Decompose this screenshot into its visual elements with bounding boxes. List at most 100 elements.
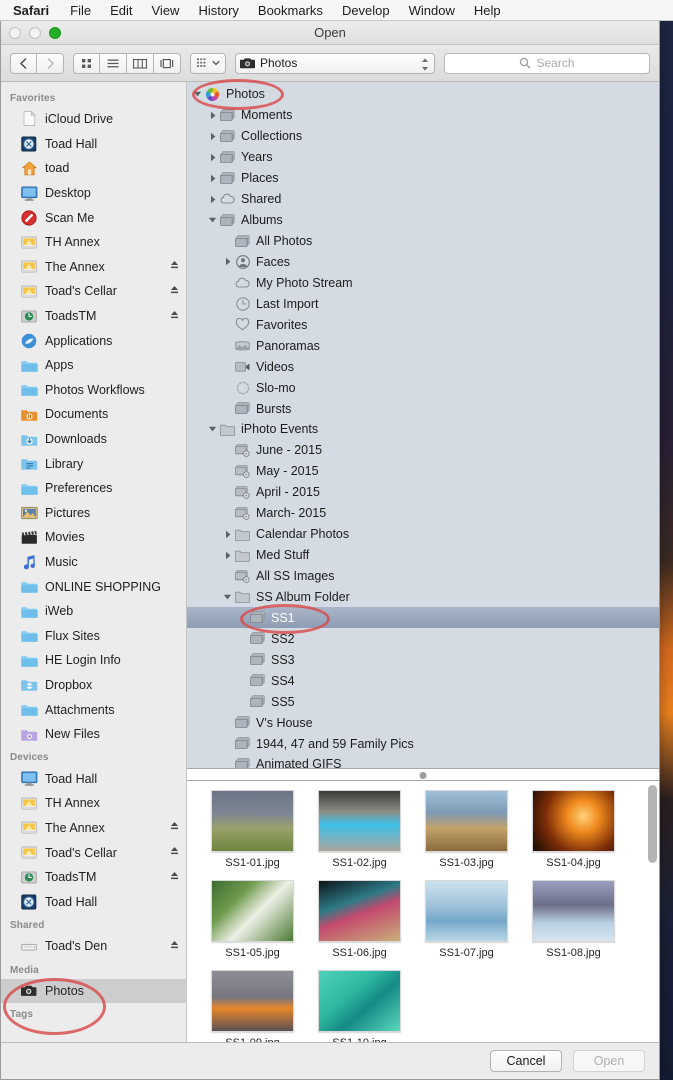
tree-item-ss-album-folder[interactable]: SS Album Folder (187, 587, 659, 608)
sidebar-item-iweb[interactable]: iWeb (1, 599, 186, 624)
disclosure-triangle-closed[interactable] (206, 195, 219, 204)
tree-item-1944-47-and-59-family-pics[interactable]: 1944, 47 and 59 Family Pics (187, 733, 659, 754)
menu-item-bookmarks[interactable]: Bookmarks (258, 0, 323, 21)
tree-item-iphoto-events[interactable]: iPhoto Events (187, 419, 659, 440)
menu-item-history[interactable]: History (198, 0, 238, 21)
tree-item-collections[interactable]: Collections (187, 126, 659, 147)
thumbnail-image[interactable] (211, 790, 294, 852)
sidebar-item-preferences[interactable]: Preferences (1, 476, 186, 501)
tree-item-videos[interactable]: Videos (187, 356, 659, 377)
zoom-button[interactable] (49, 27, 61, 39)
tree-item-places[interactable]: Places (187, 168, 659, 189)
back-button[interactable] (10, 52, 37, 74)
forward-button[interactable] (37, 52, 64, 74)
tree-item-ss4[interactable]: SS4 (187, 670, 659, 691)
disclosure-triangle-closed[interactable] (206, 153, 219, 162)
tree-item-med-stuff[interactable]: Med Stuff (187, 545, 659, 566)
eject-icon[interactable] (170, 285, 179, 298)
tree-item-faces[interactable]: Faces (187, 252, 659, 273)
sidebar-item-applications[interactable]: Applications (1, 328, 186, 353)
thumbnail-image[interactable] (318, 970, 401, 1032)
thumbnail-item[interactable]: SS1-08.jpg (520, 880, 627, 970)
sidebar-item-apps[interactable]: Apps (1, 353, 186, 378)
tree-item-my-photo-stream[interactable]: My Photo Stream (187, 272, 659, 293)
sidebar-item-icloud-drive[interactable]: iCloud Drive (1, 107, 186, 132)
sidebar-item-the-annex[interactable]: The Annex (1, 816, 186, 841)
disclosure-triangle-closed[interactable] (221, 257, 234, 266)
tree-item-all-photos[interactable]: All Photos (187, 231, 659, 252)
tree-item-june-2015[interactable]: June - 2015 (187, 440, 659, 461)
tree-item-animated-gifs[interactable]: Animated GIFS (187, 754, 659, 768)
sidebar-item-dropbox[interactable]: Dropbox (1, 673, 186, 698)
tree-item-ss1[interactable]: SS1 (187, 607, 659, 629)
open-button[interactable]: Open (573, 1050, 645, 1072)
sidebar-item-he-login-info[interactable]: HE Login Info (1, 648, 186, 673)
thumbnail-image[interactable] (318, 880, 401, 942)
thumbnail-image[interactable] (425, 790, 508, 852)
sidebar-item-attachments[interactable]: Attachments (1, 697, 186, 722)
sidebar-item-movies[interactable]: Movies (1, 525, 186, 550)
disclosure-triangle-closed[interactable] (221, 530, 234, 539)
tree-item-april-2015[interactable]: April - 2015 (187, 482, 659, 503)
disclosure-triangle-open[interactable] (191, 90, 204, 98)
menu-item-edit[interactable]: Edit (110, 0, 132, 21)
eject-icon[interactable] (170, 310, 179, 323)
thumbnail-scrollbar[interactable] (648, 785, 657, 1038)
list-view-button[interactable] (100, 52, 127, 74)
sidebar-item-toad-s-den[interactable]: Toad's Den (1, 934, 186, 959)
tree-item-calendar-photos[interactable]: Calendar Photos (187, 524, 659, 545)
sidebar-item-photos[interactable]: Photos (1, 978, 186, 1004)
tree-item-bursts[interactable]: Bursts (187, 398, 659, 419)
tree-item-last-import[interactable]: Last Import (187, 293, 659, 314)
tree-item-shared[interactable]: Shared (187, 189, 659, 210)
menu-item-file[interactable]: File (70, 0, 91, 21)
icon-view-button[interactable] (73, 52, 100, 74)
tree-item-may-2015[interactable]: May - 2015 (187, 461, 659, 482)
column-view-button[interactable] (127, 52, 154, 74)
search-input[interactable]: Search (444, 52, 650, 74)
disclosure-triangle-closed[interactable] (206, 174, 219, 183)
close-button[interactable] (9, 27, 21, 39)
sidebar-item-desktop[interactable]: Desktop (1, 181, 186, 206)
sidebar-item-music[interactable]: Music (1, 550, 186, 575)
sidebar-item-pictures[interactable]: Pictures (1, 501, 186, 526)
disclosure-triangle-open[interactable] (206, 425, 219, 433)
tree-horizontal-scrollbar[interactable] (187, 769, 659, 781)
cancel-button[interactable]: Cancel (490, 1050, 562, 1072)
menu-item-help[interactable]: Help (474, 0, 501, 21)
thumbnail-image[interactable] (211, 880, 294, 942)
thumbnail-image[interactable] (425, 880, 508, 942)
thumbnail-item[interactable]: SS1-05.jpg (199, 880, 306, 970)
thumbnail-item[interactable]: SS1-10.jpg (306, 970, 413, 1042)
tree-item-slo-mo[interactable]: Slo-mo (187, 377, 659, 398)
tree-item-photos[interactable]: Photos (187, 84, 659, 105)
tree-item-all-ss-images[interactable]: All SS Images (187, 566, 659, 587)
sidebar-item-th-annex[interactable]: TH Annex (1, 791, 186, 816)
disclosure-triangle-closed[interactable] (206, 111, 219, 120)
sidebar[interactable]: Favorites iCloud Drive Toad Hall toad Deskto… (1, 82, 187, 1042)
sidebar-item-toadstm[interactable]: ToadsTM (1, 304, 186, 329)
sidebar-item-scan-me[interactable]: Scan Me (1, 205, 186, 230)
tree-item-ss2[interactable]: SS2 (187, 628, 659, 649)
tree-item-moments[interactable]: Moments (187, 105, 659, 126)
thumbnail-scroll-thumb[interactable] (648, 785, 657, 863)
tree-item-favorites[interactable]: Favorites (187, 314, 659, 335)
tree-item-ss3[interactable]: SS3 (187, 649, 659, 670)
sidebar-item-toad-hall[interactable]: Toad Hall (1, 766, 186, 791)
coverflow-view-button[interactable] (154, 52, 181, 74)
sidebar-item-toad-hall[interactable]: Toad Hall (1, 889, 186, 914)
disclosure-triangle-closed[interactable] (221, 551, 234, 560)
tree-item-ss5[interactable]: SS5 (187, 691, 659, 712)
disclosure-triangle-open[interactable] (206, 216, 219, 224)
menu-item-safari[interactable]: Safari (13, 0, 49, 21)
thumbnail-item[interactable]: SS1-07.jpg (413, 880, 520, 970)
sidebar-item-the-annex[interactable]: The Annex (1, 255, 186, 280)
sidebar-item-toad-s-cellar[interactable]: Toad's Cellar (1, 279, 186, 304)
thumbnail-item[interactable]: SS1-04.jpg (520, 790, 627, 880)
sidebar-item-toadstm[interactable]: ToadsTM (1, 865, 186, 890)
minimize-button[interactable] (29, 27, 41, 39)
sidebar-item-online-shopping[interactable]: ONLINE SHOPPING (1, 574, 186, 599)
thumbnail-image[interactable] (532, 790, 615, 852)
tree-item-years[interactable]: Years (187, 147, 659, 168)
sidebar-item-toad-hall[interactable]: Toad Hall (1, 132, 186, 157)
